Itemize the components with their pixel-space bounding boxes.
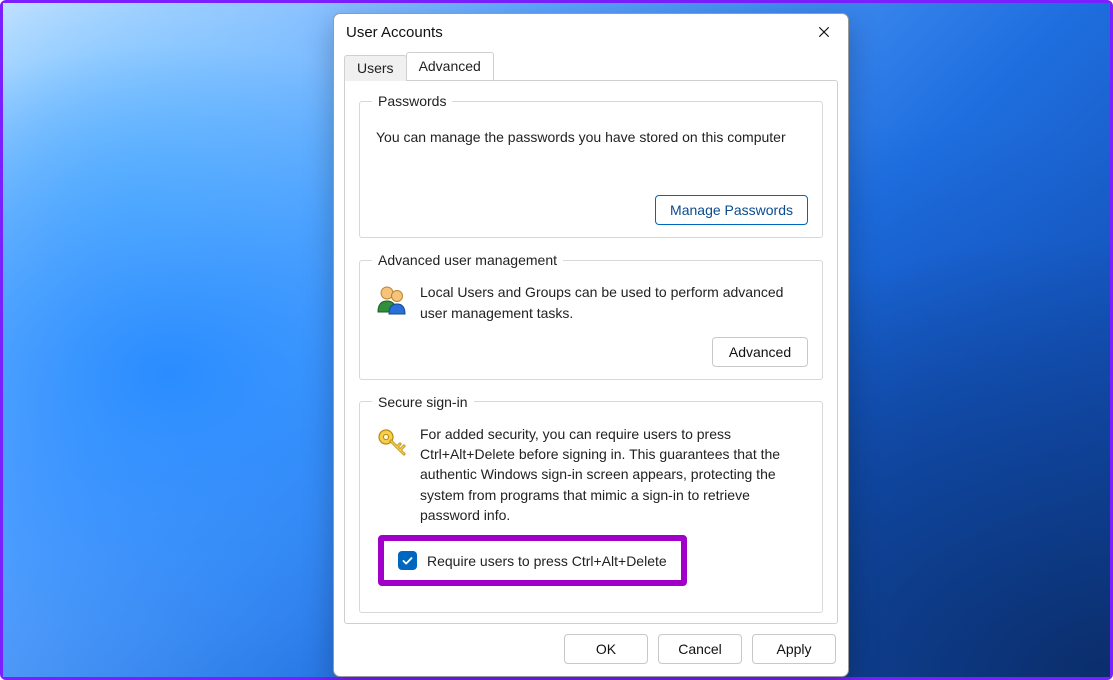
checkmark-icon [401, 554, 414, 567]
users-icon [374, 282, 410, 318]
secure-description: For added security, you can require user… [420, 424, 808, 525]
dialog-footer: OK Cancel Apply [334, 624, 848, 676]
ok-button[interactable]: OK [564, 634, 648, 664]
advanced-button[interactable]: Advanced [712, 337, 808, 367]
dialog-title: User Accounts [346, 24, 443, 41]
titlebar: User Accounts [334, 14, 848, 48]
require-ctrl-alt-delete-checkbox[interactable] [398, 551, 417, 570]
key-icon [374, 424, 410, 460]
passwords-description: You can manage the passwords you have st… [374, 123, 808, 147]
advanced-legend: Advanced user management [372, 252, 563, 268]
tab-container: Users Advanced Passwords You can manage … [334, 48, 848, 624]
passwords-legend: Passwords [372, 93, 452, 109]
secure-sign-in-group: Secure sign-in For added security, you c… [359, 394, 823, 613]
close-button[interactable] [810, 20, 838, 44]
advanced-description: Local Users and Groups can be used to pe… [420, 282, 808, 323]
highlighted-checkbox-row: Require users to press Ctrl+Alt+Delete [378, 535, 687, 586]
cancel-button[interactable]: Cancel [658, 634, 742, 664]
passwords-group: Passwords You can manage the passwords y… [359, 93, 823, 238]
tab-page-advanced: Passwords You can manage the passwords y… [344, 80, 838, 624]
apply-button[interactable]: Apply [752, 634, 836, 664]
tab-strip: Users Advanced [344, 52, 838, 80]
close-icon [817, 25, 831, 39]
tab-users[interactable]: Users [344, 55, 407, 81]
advanced-user-management-group: Advanced user management Local Users and… [359, 252, 823, 380]
user-accounts-dialog: User Accounts Users Advanced Passwords Y… [333, 13, 849, 677]
tab-advanced[interactable]: Advanced [406, 52, 494, 80]
manage-passwords-button[interactable]: Manage Passwords [655, 195, 808, 225]
require-ctrl-alt-delete-label: Require users to press Ctrl+Alt+Delete [427, 553, 667, 569]
secure-legend: Secure sign-in [372, 394, 474, 410]
